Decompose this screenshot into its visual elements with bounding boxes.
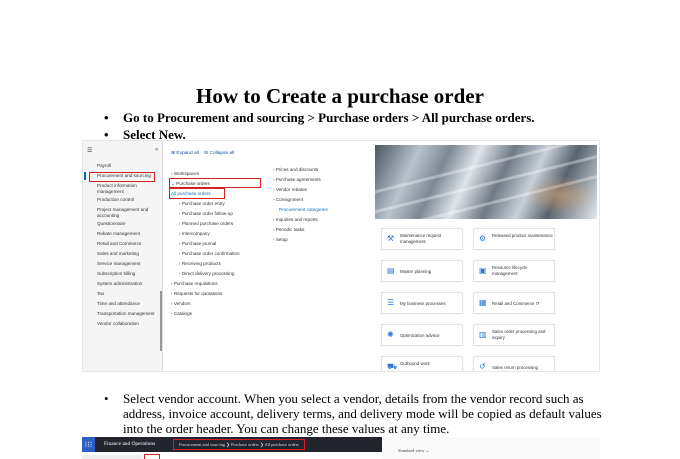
menu-item[interactable]: Retail and Commerce [83, 239, 163, 249]
expand-icon[interactable]: ⊞ [171, 151, 175, 156]
menu-item[interactable]: Product information management [83, 181, 163, 195]
nav-item[interactable]: › Inquiries and reports [269, 215, 373, 225]
menu-item[interactable]: Transportation management [83, 309, 163, 319]
menu-item[interactable]: Sales and marketing [83, 249, 163, 259]
store-icon: ▦ [479, 298, 487, 307]
menu-item[interactable]: Vendor collaboration [83, 319, 163, 329]
nav-item[interactable]: › Purchase order confirmation [167, 249, 272, 259]
return-icon: ↺ [479, 362, 486, 371]
nav-item[interactable]: › Direct delivery processing [167, 269, 272, 279]
collapse-icon[interactable]: « [155, 147, 158, 153]
truck-icon: ⛟ [387, 362, 398, 371]
document-title: How to Create a purchase order [196, 84, 484, 108]
menu-item[interactable]: Project management and accounting [83, 205, 163, 219]
expand-collapse-bar: ⊞ Expand all ⊟ Collapse all [171, 151, 234, 156]
order-icon: ▥ [479, 330, 487, 339]
highlight-purchase-orders [169, 178, 261, 188]
app-name: Finance and Operations [104, 441, 156, 447]
nav-item[interactable]: › Purchase journal [167, 239, 272, 249]
nav-item[interactable]: › Consignment [269, 195, 373, 205]
nav-item[interactable]: Procurement categories [269, 205, 373, 215]
instruction-list: Select vendor account. When you select a… [104, 391, 604, 436]
hamburger-icon[interactable]: ☰ [87, 147, 92, 154]
workspace-tile[interactable]: ⚙ Released product maintenance [473, 228, 555, 250]
procurement-links-column: ⊞ Expand all ⊟ Collapse all › Workspaces… [167, 141, 272, 371]
menu-item[interactable]: System administration [83, 279, 163, 289]
navigation-screenshot: ☰ « Payroll Procurement and sourcing Pro… [82, 140, 600, 372]
view-selector[interactable]: Standard view ⌄ [398, 448, 429, 454]
menu-item[interactable]: Production control [83, 195, 163, 205]
menu-item[interactable]: Tax [83, 289, 163, 299]
highlight-new-button [144, 454, 160, 459]
gear-icon: ✺ [387, 330, 394, 339]
nav-item[interactable]: › Vendors [167, 299, 272, 309]
menu-item[interactable]: Rebate management [83, 229, 163, 239]
nav-item[interactable]: › Periodic tasks [269, 225, 373, 235]
nav-item[interactable]: › Vendor rebates [269, 185, 373, 195]
workspace-tile[interactable]: ↺ Sales return processing [473, 356, 555, 371]
workspace-tile[interactable]: ▦ Retail and Commerce IT [473, 292, 555, 314]
breadcrumb[interactable]: Procurement and sourcing ❯ Purchase orde… [173, 439, 305, 450]
menu-item[interactable]: Subscription billing [83, 269, 163, 279]
nav-item[interactable]: › Purchase requisitions [167, 279, 272, 289]
collapse-all-icon[interactable]: ⊟ [204, 151, 208, 156]
workspace-tile[interactable]: ▤ Master planning [381, 260, 463, 282]
lifecycle-icon: ▣ [479, 266, 487, 275]
menu-item[interactable]: Payroll [83, 161, 163, 171]
workspace-tile[interactable]: ☰ My business processes [381, 292, 463, 314]
wrench-icon: ⚒ [387, 234, 395, 243]
nav-item[interactable]: › Receiving products [167, 259, 272, 269]
highlight-all-purchase-orders [169, 188, 225, 199]
nav-item[interactable]: › Requests for quotations [167, 289, 272, 299]
list-icon: ☰ [387, 298, 395, 307]
nav-item[interactable]: › Purchase order follow-up [167, 209, 272, 219]
nav-item[interactable]: › Intercompany [167, 229, 272, 239]
procurement-links-column-2: › Prices and discounts › Purchase agreem… [269, 141, 375, 371]
waffle-icon[interactable]: ⁝⁝⁝ [82, 437, 95, 452]
hero-image [375, 145, 597, 219]
step-item: Go to Procurement and sourcing > Purchas… [104, 109, 535, 126]
planning-icon: ▤ [387, 266, 395, 275]
workspace-tile[interactable]: ✺ Optimization advisor [381, 324, 463, 346]
nav-item[interactable]: › Catalogs [167, 309, 272, 319]
nav-item[interactable]: › Planned purchase orders [167, 219, 272, 229]
toolbar-strip [82, 455, 142, 459]
collapse-all-link[interactable]: Collapse all [210, 151, 235, 156]
workspace-tile[interactable]: ⛟ Outbound work [381, 356, 463, 371]
step-list: Go to Procurement and sourcing > Purchas… [104, 109, 535, 143]
menu-item[interactable]: Service management [83, 259, 163, 269]
workspace-tile[interactable]: ⚒ Maintenance request management [381, 228, 463, 250]
highlight-procurement [89, 172, 155, 182]
workspace-tile[interactable]: ▣ Resource lifecycle management [473, 260, 555, 282]
product-icon: ⚙ [479, 234, 487, 243]
nav-item[interactable]: › Purchase agreements [269, 175, 373, 185]
menu-item[interactable]: Time and attendance [83, 299, 163, 309]
scrollbar[interactable] [160, 291, 162, 351]
instruction-paragraph: Select vendor account. When you select a… [104, 391, 604, 436]
nav-item[interactable]: › Purchase order entry [167, 199, 272, 209]
workspace-tile[interactable]: ▥ Sales order processing and inquiry [473, 324, 555, 346]
nav-item[interactable]: › Setup [269, 235, 373, 245]
menu-item[interactable]: Questionnaire [83, 219, 163, 229]
app-header-screenshot: ⁝⁝⁝ Finance and Operations Procurement a… [82, 437, 600, 459]
nav-item[interactable]: › Prices and discounts [269, 165, 373, 175]
expand-all-link[interactable]: Expand all [176, 151, 198, 156]
